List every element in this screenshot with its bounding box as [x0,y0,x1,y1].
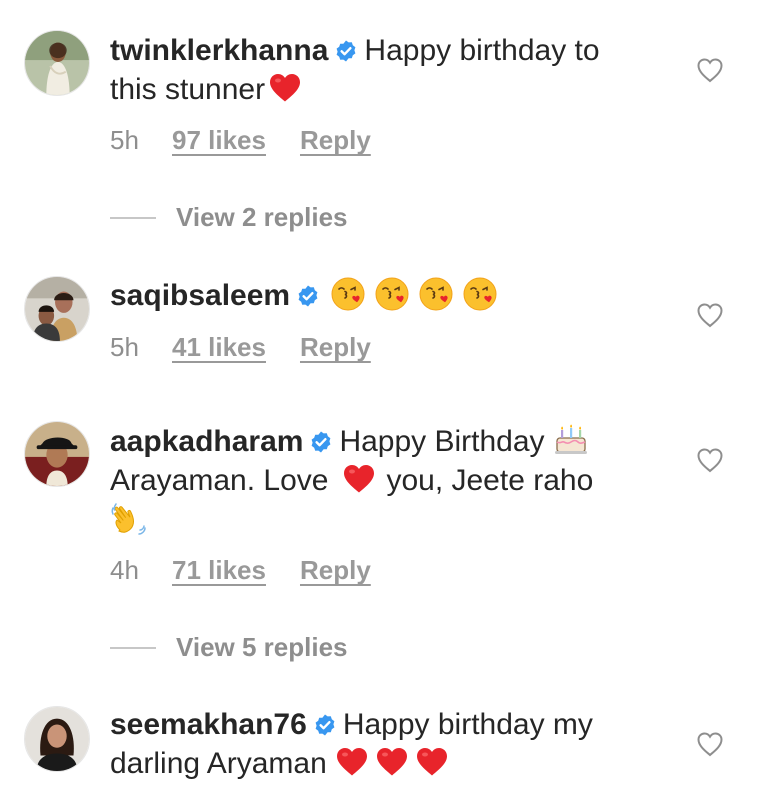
waving-hand-emoji-icon [110,500,148,538]
username[interactable]: seemakhan76 [110,708,307,741]
red-heart-emoji-icon [375,746,409,777]
reply-button[interactable]: Reply [300,125,371,156]
likes-count[interactable]: 71 likes [172,555,266,586]
view-replies-button[interactable]: View 2 replies [110,202,348,233]
comment-text: saqibsaleem [110,276,670,315]
like-heart-icon[interactable] [696,731,724,757]
avatar[interactable] [24,30,90,96]
comment-text-line2a: Arayaman. Love [110,464,329,497]
comment: twinklerkhanna Happy birthday to this stu… [0,0,767,233]
likes-count[interactable]: 41 likes [172,332,266,363]
comment-meta: 5h 97 likes Reply [110,125,371,156]
username[interactable]: twinklerkhanna [110,34,328,67]
verified-badge-icon [313,713,337,737]
face-blowing-kiss-emoji-icon [330,276,366,312]
red-heart-emoji-icon [342,463,376,494]
comment-text-line2: this stunner [110,73,266,106]
timestamp: 4h [110,555,139,585]
avatar-man-black-hat-icon [25,422,89,486]
view-replies-label: View 5 replies [176,632,348,662]
view-replies-label: View 2 replies [176,202,348,232]
birthday-cake-emoji-icon [553,422,589,456]
comment-text-line1: Happy Birthday [339,425,545,458]
comment-body: seemakhan76 Happy birthday my darling Ary… [110,705,670,783]
view-replies-button[interactable]: View 5 replies [110,632,348,663]
comment-text: seemakhan76 Happy birthday my darling Ary… [110,705,670,783]
divider [110,216,156,219]
face-blowing-kiss-emoji-icon [418,276,454,312]
red-heart-emoji-icon [415,746,449,777]
comment-body: aapkadharam Happy Birthday Arayaman. Love… [110,422,670,542]
avatar[interactable] [24,276,90,342]
avatar[interactable] [24,706,90,772]
avatar[interactable] [24,421,90,487]
timestamp: 5h [110,332,139,362]
reply-button[interactable]: Reply [300,332,371,363]
username[interactable]: aapkadharam [110,425,303,458]
comment-meta: 4h 71 likes Reply [110,555,371,586]
comment-text: twinklerkhanna Happy birthday to this stu… [110,31,670,109]
red-heart-emoji-icon [268,72,302,103]
red-heart-emoji-icon [335,746,369,777]
comment-meta: 5h 41 likes Reply [110,332,371,363]
comment-text-line2: darling Aryaman [110,747,327,780]
face-blowing-kiss-emoji-icon [374,276,410,312]
avatar-woman-white-saree-icon [25,31,89,95]
comment-body: twinklerkhanna Happy birthday to this stu… [110,31,670,109]
comment-body: saqibsaleem [110,276,670,315]
like-heart-icon[interactable] [696,302,724,328]
username[interactable]: saqibsaleem [110,279,290,312]
reply-button[interactable]: Reply [300,555,371,586]
like-heart-icon[interactable] [696,57,724,83]
verified-badge-icon [309,430,333,454]
like-heart-icon[interactable] [696,447,724,473]
comment-text: aapkadharam Happy Birthday Arayaman. Love… [110,422,670,542]
comment-text-line1: Happy birthday my [342,708,593,741]
verified-badge-icon [296,284,320,308]
comment-text-line1: Happy birthday to [364,34,600,67]
avatar-man-and-woman-icon [25,277,89,341]
timestamp: 5h [110,125,139,155]
verified-badge-icon [334,39,358,63]
likes-count[interactable]: 97 likes [172,125,266,156]
face-blowing-kiss-emoji-icon [462,276,498,312]
divider [110,646,156,649]
comment-text-line2b: you, Jeete raho [386,464,594,497]
avatar-woman-dark-hair-icon [25,707,89,771]
